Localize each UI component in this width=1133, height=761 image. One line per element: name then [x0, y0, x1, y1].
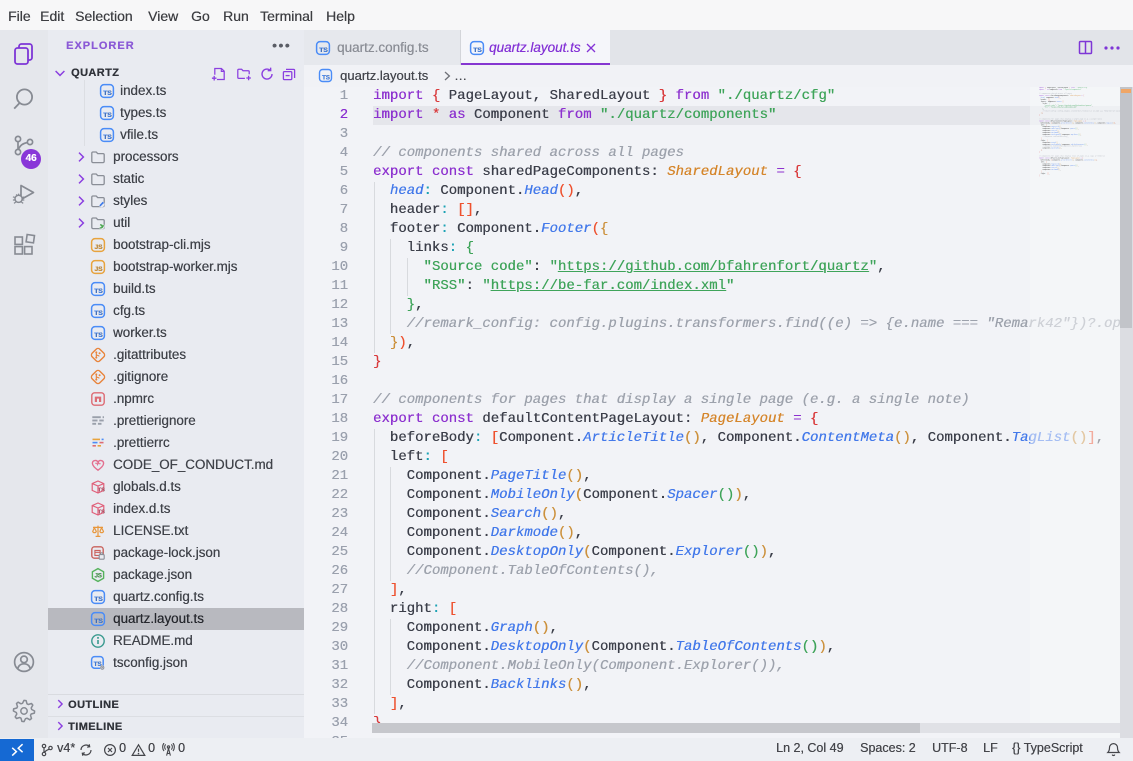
svg-text:TS: TS: [94, 596, 103, 603]
svg-text:TS: TS: [103, 90, 112, 97]
svg-text:TS: TS: [322, 74, 330, 81]
svg-text:TS: TS: [94, 310, 103, 317]
svg-text:TS: TS: [319, 47, 328, 54]
svg-text:TS: TS: [103, 112, 112, 119]
svg-text:TS: TS: [98, 510, 105, 516]
svg-text:TS: TS: [94, 618, 103, 625]
svg-text:TS: TS: [98, 488, 105, 494]
svg-text:TS: TS: [94, 332, 103, 339]
svg-text:TS: TS: [94, 288, 103, 295]
svg-text:JS: JS: [94, 266, 103, 273]
svg-text:TS: TS: [103, 134, 112, 141]
svg-text:JS: JS: [94, 244, 103, 251]
svg-text:TS: TS: [473, 47, 482, 54]
svg-text:JS: JS: [94, 574, 101, 580]
